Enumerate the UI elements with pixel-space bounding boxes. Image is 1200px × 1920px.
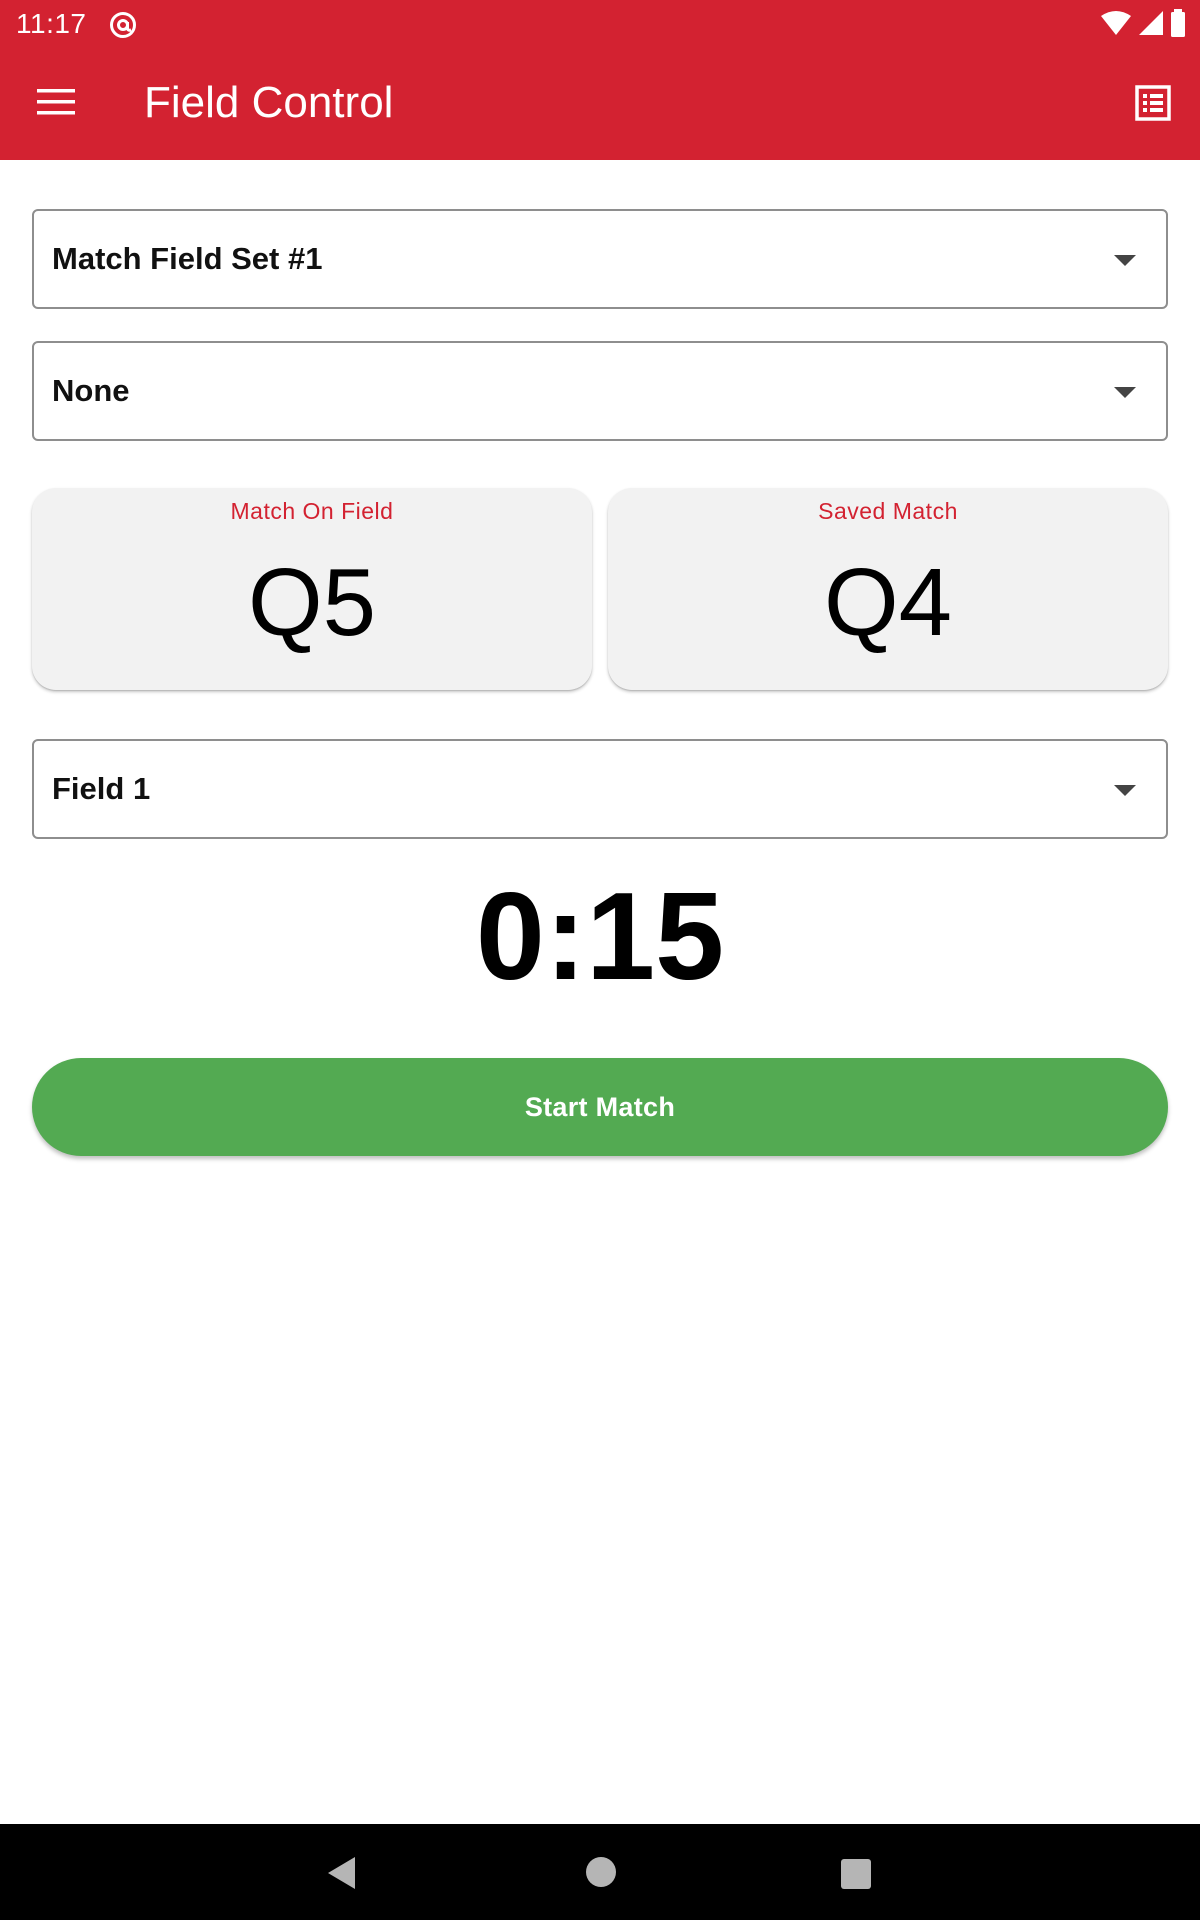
saved-match-value: Q4 — [823, 549, 953, 656]
match-field-set-dropdown[interactable]: Match Field Set #1 — [32, 209, 1168, 309]
match-on-field-card: Match On Field Q5 — [32, 488, 592, 690]
battery-icon — [1170, 8, 1186, 42]
wifi-icon — [1100, 10, 1132, 41]
match-field-set-value: Match Field Set #1 — [52, 241, 323, 276]
cellular-signal-icon — [1138, 10, 1164, 41]
page-title: Field Control — [144, 78, 394, 127]
app-bar: Field Control — [0, 48, 1200, 160]
secondary-dropdown[interactable]: None — [32, 341, 1168, 441]
list-view-button[interactable] — [1128, 80, 1178, 130]
status-bar: 11:17 — [0, 0, 1200, 48]
system-nav-bar — [0, 1824, 1200, 1920]
start-match-button[interactable]: Start Match — [32, 1058, 1168, 1156]
match-timer: 0:15 — [475, 868, 725, 1006]
back-icon[interactable] — [327, 1856, 357, 1895]
status-time: 11:17 — [16, 8, 87, 39]
home-icon[interactable] — [586, 1857, 616, 1887]
match-on-field-label: Match On Field — [230, 498, 394, 524]
menu-button[interactable] — [26, 78, 86, 130]
hamburger-menu-icon — [37, 88, 75, 120]
dropdown-arrow-icon — [1114, 785, 1136, 796]
dropdown-arrow-icon — [1114, 387, 1136, 398]
list-view-icon — [1135, 84, 1171, 126]
saved-match-label: Saved Match — [818, 498, 958, 524]
field-dropdown[interactable]: Field 1 — [32, 739, 1168, 839]
field-dropdown-value: Field 1 — [52, 771, 151, 806]
recents-icon[interactable] — [841, 1859, 871, 1889]
dropdown-arrow-icon — [1114, 255, 1136, 266]
saved-match-card: Saved Match Q4 — [608, 488, 1168, 690]
match-on-field-value: Q5 — [247, 549, 377, 656]
status-icons — [1100, 8, 1186, 42]
at-sign-icon — [108, 10, 138, 40]
secondary-dropdown-value: None — [52, 373, 130, 408]
